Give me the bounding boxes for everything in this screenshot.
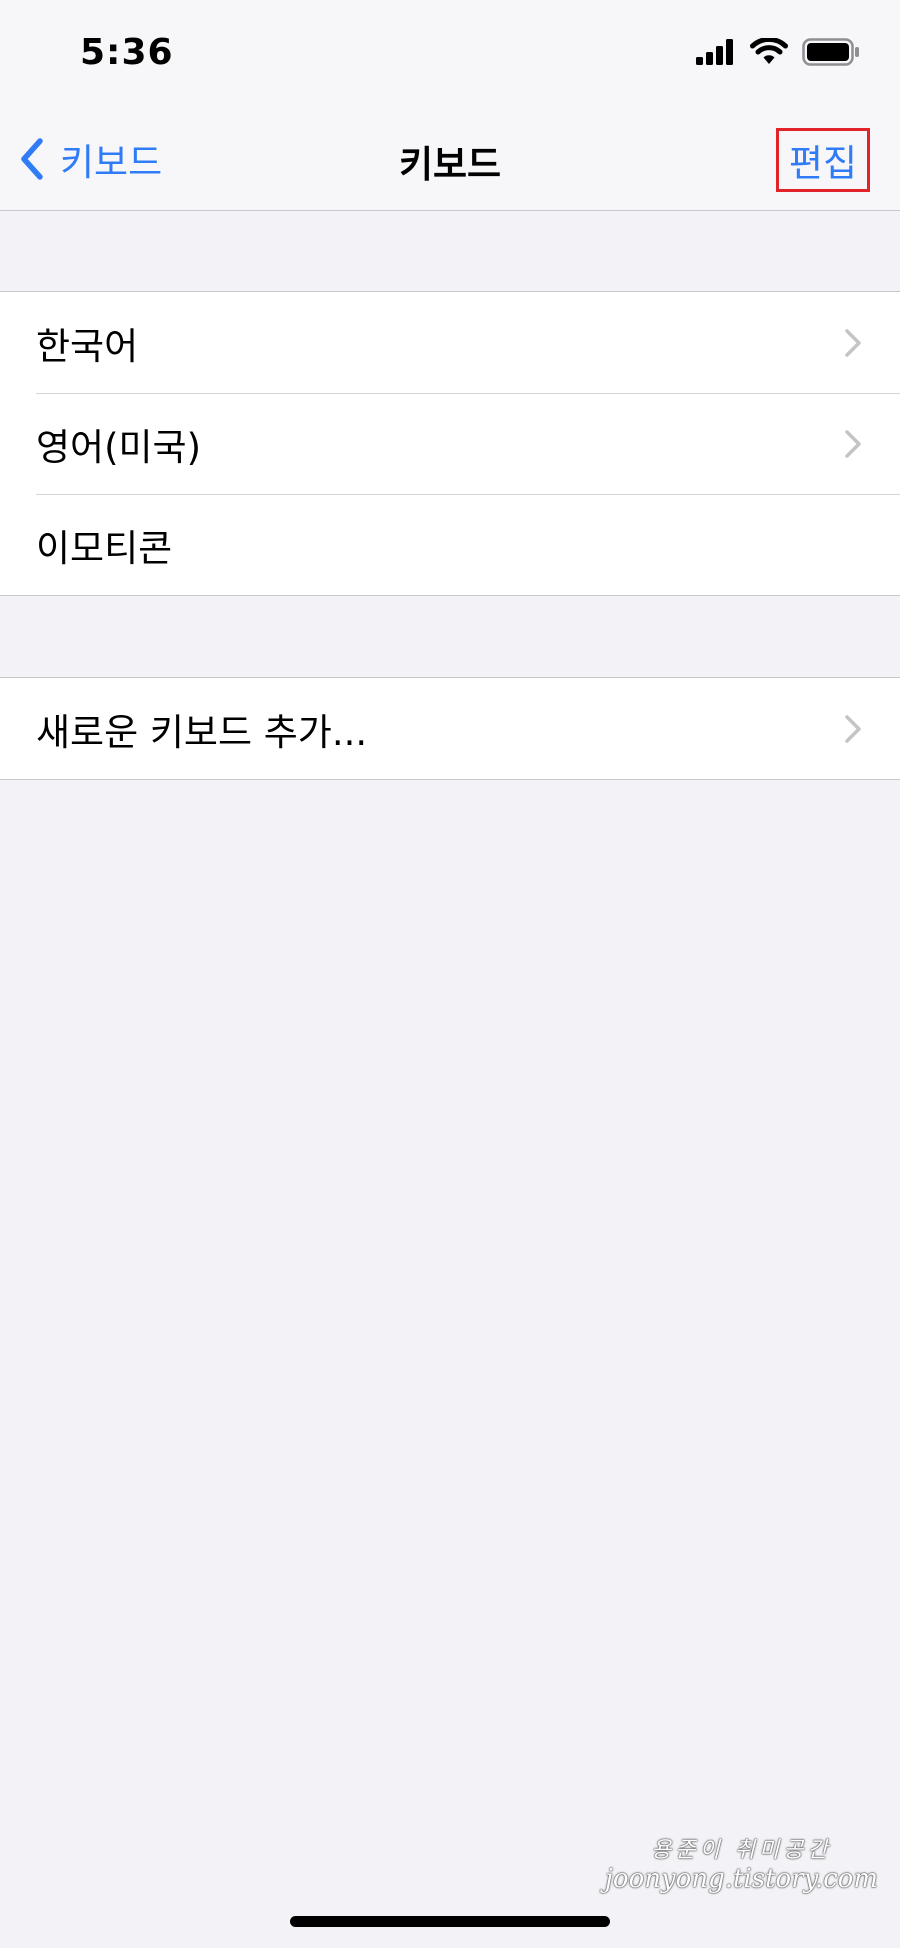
list-item-korean[interactable]: 한국어: [0, 292, 900, 393]
list-item-label: 한국어: [36, 324, 139, 368]
page-title: 키보드: [398, 143, 502, 186]
watermark: 용준이 취미공간 joonyong.tistory.com: [605, 1832, 878, 1894]
add-new-keyboard-row[interactable]: 새로운 키보드 추가...: [0, 678, 900, 779]
list-item-english-us[interactable]: 영어(미국): [0, 393, 900, 494]
signal-icon: [696, 39, 733, 65]
status-time: 5:36: [80, 32, 174, 73]
list-item-label: 영어(미국): [36, 425, 202, 469]
watermark-line-2: joonyong.tistory.com: [604, 1864, 878, 1894]
status-icons: [696, 38, 860, 66]
watermark-line-1: 용준이 취미공간: [651, 1838, 832, 1863]
chevron-right-icon: [845, 329, 861, 357]
list-item-emoji[interactable]: 이모티콘: [0, 494, 900, 595]
wifi-icon: [750, 38, 788, 64]
status-bar: 5:36: [0, 0, 900, 100]
list-item-label: 이모티콘: [36, 526, 173, 570]
battery-icon: [802, 38, 859, 66]
chevron-right-icon: [845, 715, 861, 743]
edit-button[interactable]: 편집: [775, 128, 870, 192]
navigation-bar: 키보드 키보드 편집: [0, 100, 900, 211]
home-indicator[interactable]: [290, 1916, 610, 1927]
chevron-right-icon: [845, 430, 861, 458]
add-keyboard-label: 새로운 키보드 추가...: [36, 710, 368, 754]
keyboard-list: 한국어 영어(미국) 이모티콘: [0, 291, 900, 596]
add-keyboard-group: 새로운 키보드 추가...: [0, 677, 900, 780]
